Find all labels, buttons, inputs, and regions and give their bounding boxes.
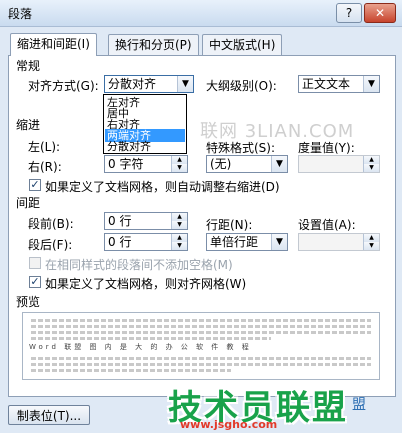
general-section-title: 常规 [16,59,41,73]
space-before-label: 段前(B): [28,217,74,231]
spacing-section-title: 间距 [16,196,41,210]
special-format-select[interactable]: (无) ▼ [206,155,288,173]
title-bar: 段落 ? ✕ [0,0,402,27]
preview-box: Word 联盟 图 内 是 大 的 办 公 软 件 教 程 [22,312,380,380]
no-space-same-style-label: 在相同样式的段落间不添加空格(M) [45,258,233,272]
preview-line [31,357,371,360]
line-spacing-label: 行距(N): [206,218,253,232]
alignment-dropdown-list: 左对齐 居中 右对齐 两端对齐 分散对齐 [103,94,187,154]
spin-down-icon[interactable]: ▼ [363,164,379,172]
preview-line [31,363,371,366]
line-spacing-select[interactable]: 单倍行距 ▼ [206,233,288,251]
alignment-label: 对齐方式(G): [28,79,99,93]
outline-level-select[interactable]: 正文文本 ▼ [298,75,380,93]
at-value-spinner[interactable]: ▲ ▼ [298,233,380,251]
chevron-down-icon[interactable]: ▼ [271,234,287,250]
at-value-label: 设置值(A): [298,218,356,232]
space-before-value: 0 行 [108,214,132,228]
outline-level-value: 正文文本 [302,77,351,91]
spin-down-icon[interactable]: ▼ [363,242,379,250]
no-space-same-style-checkbox[interactable] [29,257,41,269]
indent-right-spinner[interactable]: 0 字符 ▲ ▼ [104,155,188,173]
site-watermark: 联网 3LIAN.COM [200,121,355,142]
preview-section-title: 预览 [16,295,41,309]
site-logo-url: www.jsgho.com [180,418,278,431]
alignment-value: 分散对齐 [108,77,157,91]
chevron-down-icon[interactable]: ▼ [363,76,379,92]
alignment-select[interactable]: 分散对齐 ▼ [104,75,194,93]
space-after-label: 段后(F): [28,238,73,252]
spin-down-icon[interactable]: ▼ [171,221,187,229]
indent-right-label: 右(R): [28,160,62,174]
auto-adjust-indent-label: 如果定义了文档网格，则自动调整右缩进(D) [45,180,280,194]
snap-to-grid-label: 如果定义了文档网格，则对齐网格(W) [45,277,247,291]
space-before-spinner[interactable]: 0 行 ▲ ▼ [104,212,188,230]
indent-section-title: 缩进 [16,118,41,132]
indent-right-value: 0 字符 [108,157,144,171]
corner-logo: 盟 [352,397,366,413]
preview-line [31,325,371,328]
tab-indent-spacing[interactable]: 缩进和间距(I) [10,33,97,56]
preview-line [31,337,271,340]
alignment-option-distributed[interactable]: 分散对齐 [105,140,185,153]
measure-spinner[interactable]: ▲ ▼ [298,155,380,173]
preview-line [31,319,371,322]
tab-line-page-breaks[interactable]: 换行和分页(P) [108,34,199,55]
special-format-value: (无) [210,157,232,171]
indent-left-label: 左(L): [28,140,61,154]
preview-sample-text: Word 联盟 图 内 是 大 的 办 公 软 件 教 程 [29,343,252,351]
chevron-down-icon[interactable]: ▼ [177,76,193,92]
preview-line [31,331,371,334]
spin-down-icon[interactable]: ▼ [171,164,187,172]
spin-down-icon[interactable]: ▼ [171,242,187,250]
auto-adjust-indent-checkbox[interactable]: ✓ [29,179,41,191]
space-after-value: 0 行 [108,235,132,249]
help-button[interactable]: ? [336,3,362,23]
chevron-down-icon[interactable]: ▼ [271,156,287,172]
outline-level-label: 大纲级别(O): [206,79,277,93]
close-button[interactable]: ✕ [364,3,396,23]
window-title: 段落 [8,7,33,21]
tab-stops-button[interactable]: 制表位(T)... [8,405,90,425]
snap-to-grid-checkbox[interactable]: ✓ [29,276,41,288]
space-after-spinner[interactable]: 0 行 ▲ ▼ [104,233,188,251]
preview-line [31,369,231,372]
tab-asian-typography[interactable]: 中文版式(H) [202,34,283,55]
line-spacing-value: 单倍行距 [210,235,259,249]
